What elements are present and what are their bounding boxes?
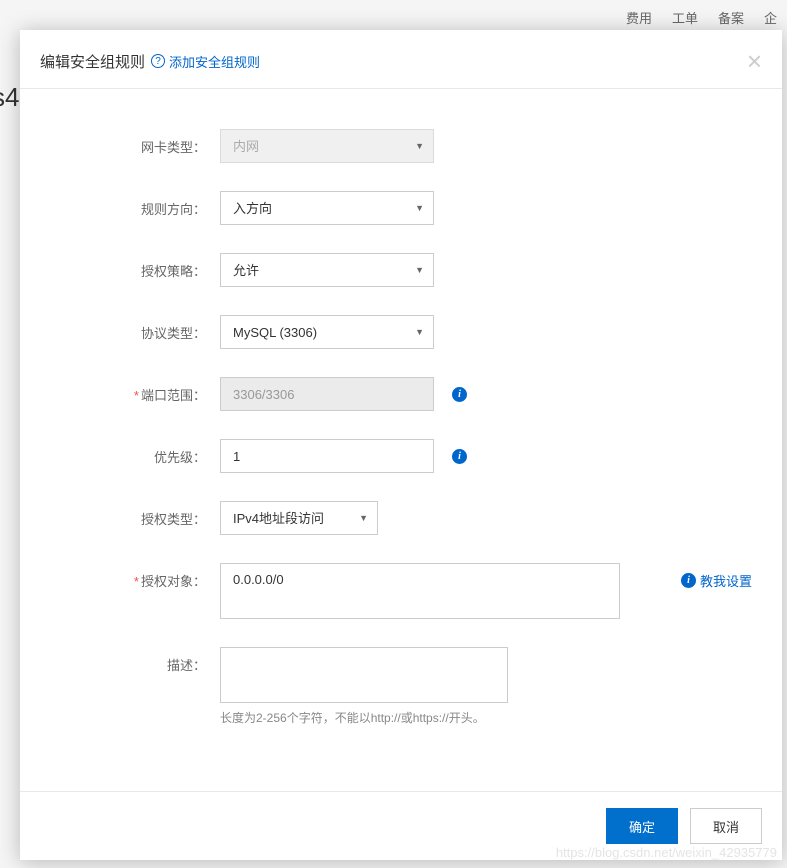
row-auth-policy: 授权策略： 允许 bbox=[40, 253, 762, 287]
row-description: 描述： 长度为2-256个字符，不能以http://或https://开头。 bbox=[40, 647, 762, 726]
nav-workorder[interactable]: 工单 bbox=[672, 8, 698, 27]
description-hint: 长度为2-256个字符，不能以http://或https://开头。 bbox=[220, 709, 508, 726]
nav-icp[interactable]: 备案 bbox=[718, 8, 744, 27]
description-textarea[interactable] bbox=[220, 647, 508, 703]
modal-footer: 确定 取消 bbox=[20, 791, 782, 860]
label-protocol: 协议类型： bbox=[40, 315, 220, 342]
row-priority: 优先级： i bbox=[40, 439, 762, 473]
row-auth-object: *授权对象： 0.0.0.0/0 i 教我设置 bbox=[40, 563, 762, 619]
edit-security-group-rule-modal: 编辑安全组规则 ? 添加安全组规则 × 网卡类型： 内网 规则方向： 入方向 bbox=[20, 30, 782, 860]
label-auth-policy: 授权策略： bbox=[40, 253, 220, 280]
row-auth-type: 授权类型： IPv4地址段访问 bbox=[40, 501, 762, 535]
direction-select[interactable]: 入方向 bbox=[220, 191, 434, 225]
teach-me-link[interactable]: i 教我设置 bbox=[681, 563, 752, 590]
modal-header: 编辑安全组规则 ? 添加安全组规则 × bbox=[20, 30, 782, 89]
close-icon[interactable]: × bbox=[747, 48, 762, 74]
row-direction: 规则方向： 入方向 bbox=[40, 191, 762, 225]
protocol-select[interactable]: MySQL (3306) bbox=[220, 315, 434, 349]
modal-body: 网卡类型： 内网 规则方向： 入方向 授权策略： bbox=[20, 89, 782, 791]
cancel-button[interactable]: 取消 bbox=[690, 808, 762, 844]
nav-enterprise[interactable]: 企 bbox=[764, 8, 777, 27]
label-port-range: *端口范围： bbox=[40, 377, 220, 404]
port-range-input bbox=[220, 377, 434, 411]
nic-type-select: 内网 bbox=[220, 129, 434, 163]
info-icon[interactable]: i bbox=[452, 449, 467, 464]
label-priority: 优先级： bbox=[40, 439, 220, 466]
auth-policy-select[interactable]: 允许 bbox=[220, 253, 434, 287]
info-icon[interactable]: i bbox=[452, 387, 467, 402]
label-nic-type: 网卡类型： bbox=[40, 129, 220, 156]
background-text: s4 bbox=[0, 82, 19, 113]
nav-billing[interactable]: 费用 bbox=[626, 8, 652, 27]
teach-me-text: 教我设置 bbox=[700, 571, 752, 590]
label-auth-object: *授权对象： bbox=[40, 563, 220, 590]
info-icon: i bbox=[681, 573, 696, 588]
help-icon[interactable]: ? bbox=[151, 54, 165, 68]
row-port-range: *端口范围： i bbox=[40, 377, 762, 411]
auth-object-textarea[interactable]: 0.0.0.0/0 bbox=[220, 563, 620, 619]
priority-input[interactable] bbox=[220, 439, 434, 473]
row-protocol: 协议类型： MySQL (3306) bbox=[40, 315, 762, 349]
row-nic-type: 网卡类型： 内网 bbox=[40, 129, 762, 163]
confirm-button[interactable]: 确定 bbox=[606, 808, 678, 844]
label-description: 描述： bbox=[40, 647, 220, 674]
modal-title: 编辑安全组规则 bbox=[40, 51, 145, 72]
auth-type-select[interactable]: IPv4地址段访问 bbox=[220, 501, 378, 535]
add-rule-link[interactable]: 添加安全组规则 bbox=[169, 52, 260, 71]
label-auth-type: 授权类型： bbox=[40, 501, 220, 528]
label-direction: 规则方向： bbox=[40, 191, 220, 218]
